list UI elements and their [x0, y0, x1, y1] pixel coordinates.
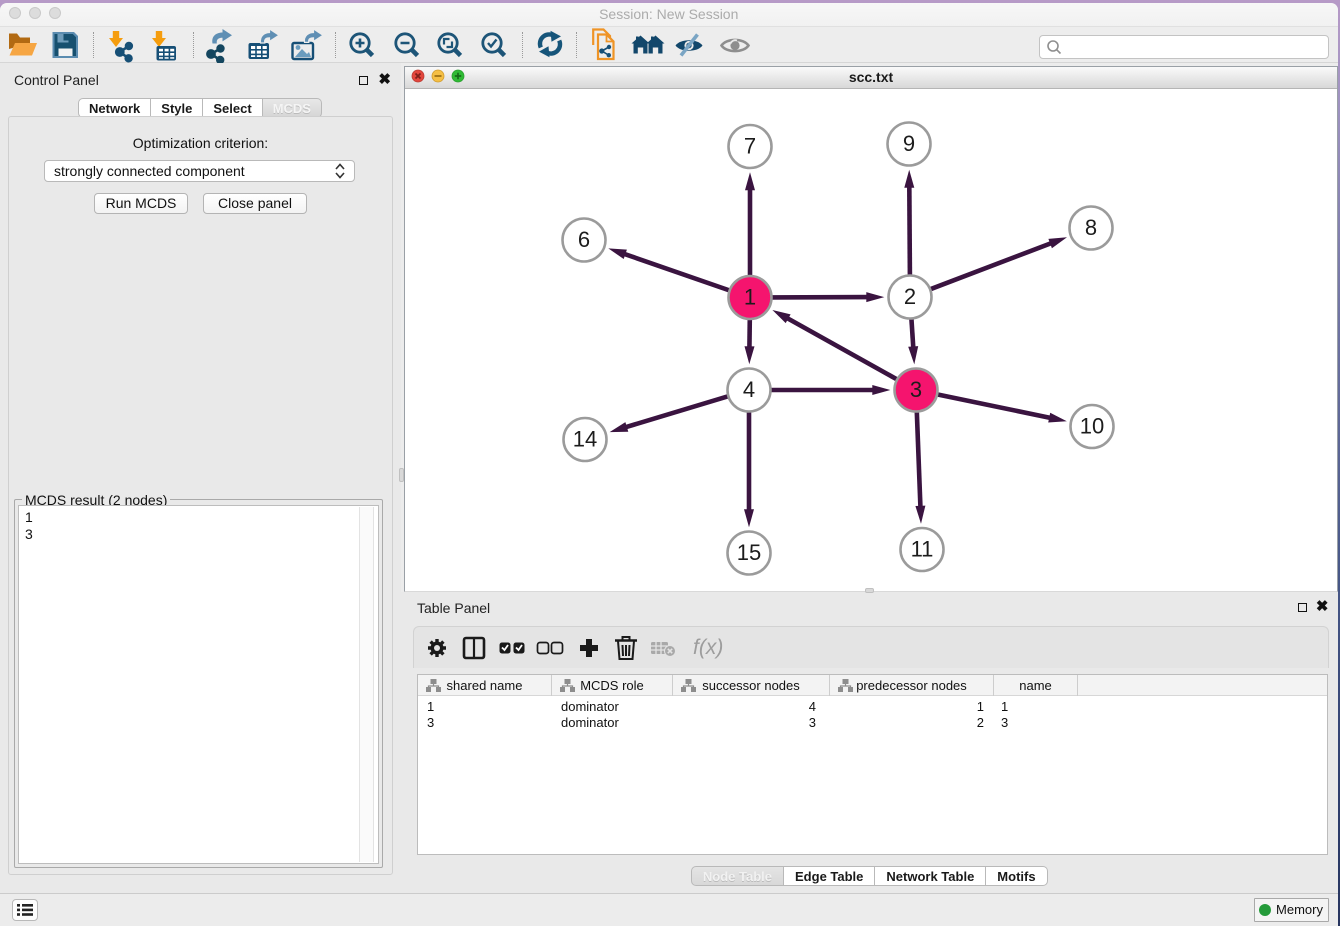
svg-text:7: 7: [744, 134, 756, 159]
svg-text:2: 2: [904, 284, 916, 309]
svg-text:3: 3: [910, 377, 922, 402]
svg-text:6: 6: [578, 227, 590, 252]
svg-text:14: 14: [573, 427, 597, 452]
svg-text:8: 8: [1085, 215, 1097, 240]
svg-text:1: 1: [744, 285, 756, 310]
svg-text:9: 9: [903, 131, 915, 156]
svg-text:4: 4: [743, 377, 755, 402]
svg-text:10: 10: [1080, 414, 1104, 439]
svg-text:11: 11: [911, 537, 934, 562]
svg-text:f(x): f(x): [693, 636, 723, 659]
svg-text:15: 15: [737, 540, 761, 565]
